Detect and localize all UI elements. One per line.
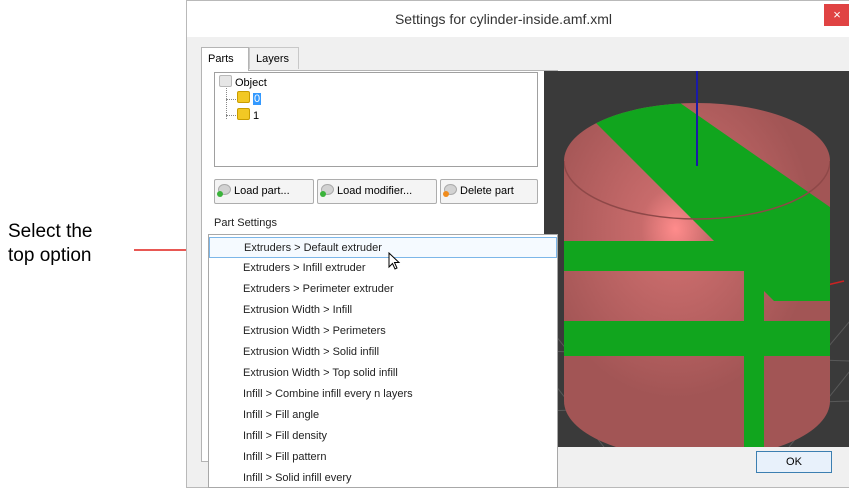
part-settings-label: Part Settings: [214, 217, 277, 229]
close-button[interactable]: ×: [824, 4, 849, 26]
delete-part-icon: [443, 184, 457, 197]
delete-part-button[interactable]: Delete part: [440, 179, 538, 204]
dropdown-item-width-infill[interactable]: Extrusion Width > Infill: [209, 300, 557, 321]
dropdown-item-default-extruder[interactable]: Extruders > Default extruder: [209, 237, 557, 258]
dropdown-item-fill-pattern[interactable]: Infill > Fill pattern: [209, 447, 557, 468]
3d-preview[interactable]: [544, 71, 849, 447]
delete-part-label: Delete part: [460, 185, 514, 197]
mouse-cursor-icon: [388, 252, 401, 270]
load-part-button[interactable]: Load part...: [214, 179, 314, 204]
green-band-2: [564, 321, 830, 356]
load-modifier-button[interactable]: Load modifier...: [317, 179, 437, 204]
tree-item-label: 0: [253, 93, 262, 105]
dropdown-item-perimeter-extruder[interactable]: Extruders > Perimeter extruder: [209, 279, 557, 300]
tree-item-label: 1: [253, 110, 260, 122]
dropdown-item-combine-infill[interactable]: Infill > Combine infill every n layers: [209, 384, 557, 405]
dropdown-item-infill-extruder[interactable]: Extruders > Infill extruder: [209, 258, 557, 279]
dropdown-item-width-solid-infill[interactable]: Extrusion Width > Solid infill: [209, 342, 557, 363]
load-part-label: Load part...: [234, 185, 290, 197]
dropdown-item-width-perimeters[interactable]: Extrusion Width > Perimeters: [209, 321, 557, 342]
tree-root-label: Object: [235, 77, 267, 89]
tree-item-part-0[interactable]: 0: [237, 91, 262, 107]
load-modifier-label: Load modifier...: [337, 185, 413, 197]
close-icon: ×: [833, 7, 841, 22]
tab-layers[interactable]: Layers: [249, 47, 299, 69]
green-band-1: [564, 241, 830, 271]
tab-parts[interactable]: Parts: [201, 47, 249, 71]
part-icon: [237, 91, 250, 103]
dropdown-item-solid-infill-every[interactable]: Infill > Solid infill every: [209, 468, 557, 487]
ok-button[interactable]: OK: [756, 451, 832, 473]
green-vertical-stripe: [744, 211, 764, 447]
parts-tree[interactable]: Object 0 1: [214, 72, 538, 167]
cylinder-render: [544, 71, 849, 447]
title-bar: Settings for cylinder-inside.amf.xml ×: [187, 1, 849, 37]
load-modifier-icon: [320, 184, 334, 197]
part-settings-dropdown[interactable]: Extruders > Default extruder Extruders >…: [208, 234, 558, 488]
load-part-icon: [217, 184, 231, 197]
tree-item-part-1[interactable]: 1: [237, 108, 259, 124]
part-icon: [237, 108, 250, 120]
window-title: Settings for cylinder-inside.amf.xml: [394, 11, 613, 27]
dropdown-item-width-top-solid-infill[interactable]: Extrusion Width > Top solid infill: [209, 363, 557, 384]
dropdown-item-fill-density[interactable]: Infill > Fill density: [209, 426, 557, 447]
object-icon: [219, 75, 232, 87]
dropdown-item-fill-angle[interactable]: Infill > Fill angle: [209, 405, 557, 426]
